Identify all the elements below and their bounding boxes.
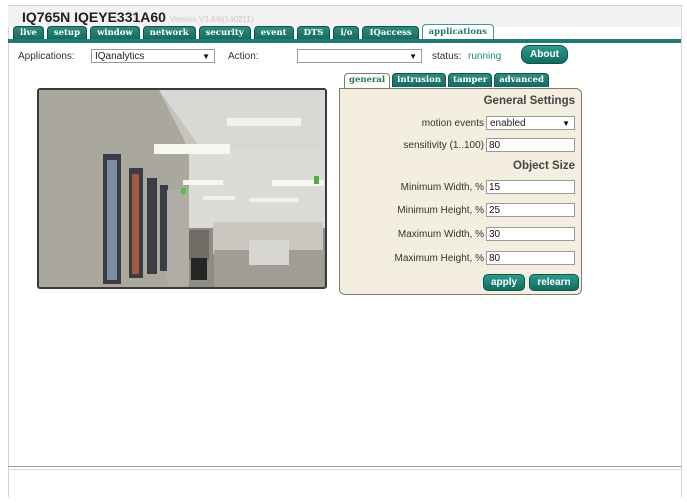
firmware-version: Version V3.6/6(140211): [169, 15, 254, 24]
applications-select[interactable]: IQanalytics ▼: [91, 49, 215, 63]
max-height-label: Maximum Height, %: [394, 253, 484, 264]
tab-window[interactable]: window: [90, 26, 140, 40]
general-settings-panel: General Settings motion events enabled ▼…: [339, 88, 582, 295]
about-button[interactable]: About: [521, 45, 568, 64]
chevron-down-icon: ▼: [202, 52, 210, 61]
tab-live[interactable]: live: [13, 26, 44, 40]
motion-events-value: enabled: [490, 118, 526, 129]
tab-io[interactable]: i/o: [333, 26, 360, 40]
main-tabs: live setup window network security event DTS i/…: [13, 24, 497, 40]
motion-events-select[interactable]: enabled ▼: [486, 116, 575, 130]
relearn-button[interactable]: relearn: [529, 274, 579, 291]
tab-underline: [8, 39, 681, 43]
action-select[interactable]: ▼: [297, 49, 422, 63]
tab-dts[interactable]: DTS: [296, 26, 331, 40]
min-width-input[interactable]: [486, 180, 575, 194]
sensitivity-input[interactable]: [486, 138, 575, 152]
camera-video-feed: [37, 88, 327, 289]
subtab-general[interactable]: general: [344, 73, 391, 88]
tab-applications[interactable]: applications: [421, 24, 494, 40]
max-width-input[interactable]: [486, 227, 575, 241]
chevron-down-icon: ▼: [409, 52, 417, 61]
motion-events-label: motion events: [421, 118, 484, 129]
application-toolbar: Applications: IQanalytics ▼ Action: ▼ st…: [18, 45, 668, 65]
max-height-input[interactable]: [486, 251, 575, 265]
tab-setup[interactable]: setup: [46, 26, 88, 40]
analytics-subtabs: general intrusion tamper advanced: [344, 73, 551, 88]
subtab-tamper[interactable]: tamper: [448, 73, 493, 87]
min-height-label: Minimum Height, %: [397, 205, 484, 216]
subtab-advanced[interactable]: advanced: [494, 73, 549, 87]
tab-security[interactable]: security: [198, 26, 251, 40]
footer-divider-shadow: [8, 469, 681, 470]
sensitivity-label: sensitivity (1..100): [403, 140, 484, 151]
subtab-intrusion[interactable]: intrusion: [392, 73, 447, 87]
min-height-input[interactable]: [486, 203, 575, 217]
tab-network[interactable]: network: [142, 26, 196, 40]
camera-model-title: IQ765N IQEYE331A60 Version V3.6/6(140211): [22, 9, 253, 25]
object-size-heading: Object Size: [513, 160, 575, 172]
tab-iqaccess[interactable]: IQaccess: [362, 26, 419, 40]
status-value: running: [468, 51, 502, 62]
office-scene-image: [39, 90, 325, 287]
tab-event[interactable]: event: [253, 26, 294, 40]
max-width-label: Maximum Width, %: [397, 229, 484, 240]
applications-select-value: IQanalytics: [95, 51, 145, 62]
apply-button[interactable]: apply: [483, 274, 525, 291]
min-width-label: Minimum Width, %: [400, 182, 484, 193]
applications-label: Applications:: [18, 51, 75, 62]
chevron-down-icon: ▼: [562, 119, 570, 128]
action-label: Action:: [228, 51, 259, 62]
footer-divider: [8, 466, 681, 467]
model-name: IQ765N IQEYE331A60: [22, 9, 166, 25]
general-settings-heading: General Settings: [483, 95, 575, 107]
status-label: status:: [432, 51, 462, 62]
